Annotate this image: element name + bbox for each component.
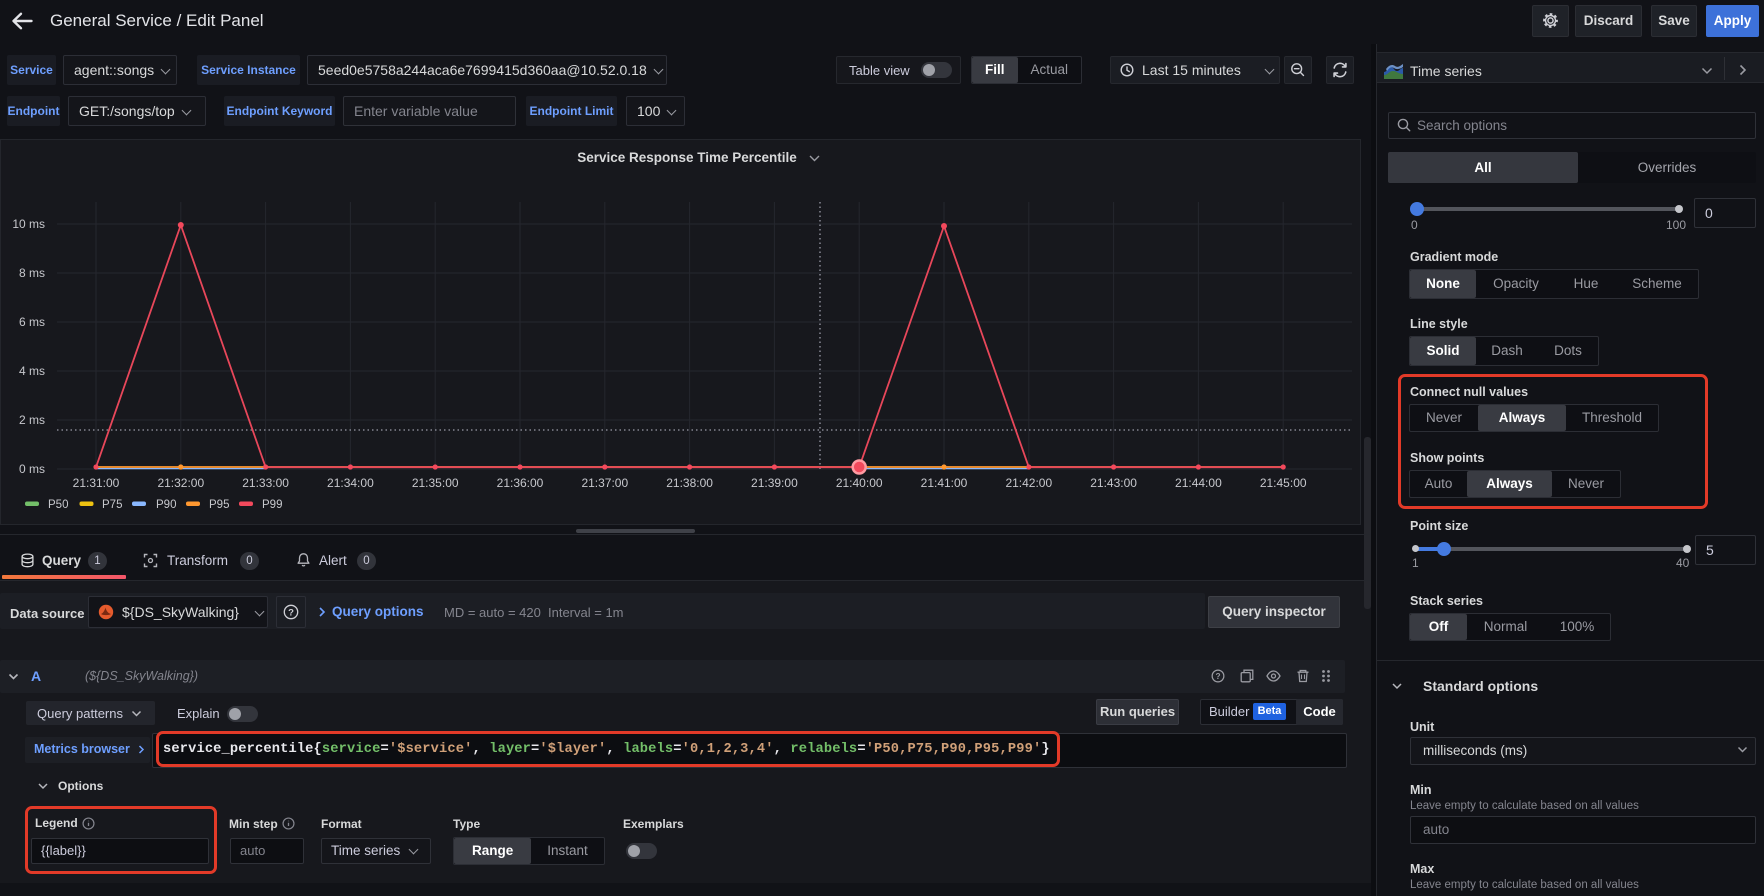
svg-text:P90: P90 [156,499,176,511]
svg-text:P99: P99 [262,499,282,511]
svg-text:21:34:00: 21:34:00 [327,476,374,490]
svg-text:21:45:00: 21:45:00 [1260,476,1307,490]
svg-text:4 ms: 4 ms [19,364,45,378]
svg-text:21:41:00: 21:41:00 [921,476,968,490]
svg-text:P75: P75 [102,499,122,511]
svg-text:?: ? [1215,671,1220,681]
svg-text:Service Response Time Percenti: Service Response Time Percentile [577,150,797,165]
svg-text:?: ? [288,607,294,618]
svg-text:21:33:00: 21:33:00 [242,476,289,490]
svg-text:8 ms: 8 ms [19,266,45,280]
svg-text:P95: P95 [209,499,229,511]
svg-text:2 ms: 2 ms [19,413,45,427]
svg-text:21:40:00: 21:40:00 [836,476,883,490]
svg-text:21:32:00: 21:32:00 [157,476,204,490]
svg-text:21:38:00: 21:38:00 [666,476,713,490]
svg-text:21:35:00: 21:35:00 [412,476,459,490]
svg-text:P50: P50 [48,499,68,511]
svg-text:21:36:00: 21:36:00 [497,476,544,490]
svg-text:21:43:00: 21:43:00 [1090,476,1137,490]
svg-text:21:37:00: 21:37:00 [581,476,628,490]
svg-text:21:42:00: 21:42:00 [1005,476,1052,490]
svg-text:10 ms: 10 ms [12,217,45,231]
svg-text:21:39:00: 21:39:00 [751,476,798,490]
svg-text:6 ms: 6 ms [19,315,45,329]
svg-text:21:31:00: 21:31:00 [73,476,120,490]
svg-text:0 ms: 0 ms [19,462,45,476]
svg-text:21:44:00: 21:44:00 [1175,476,1222,490]
